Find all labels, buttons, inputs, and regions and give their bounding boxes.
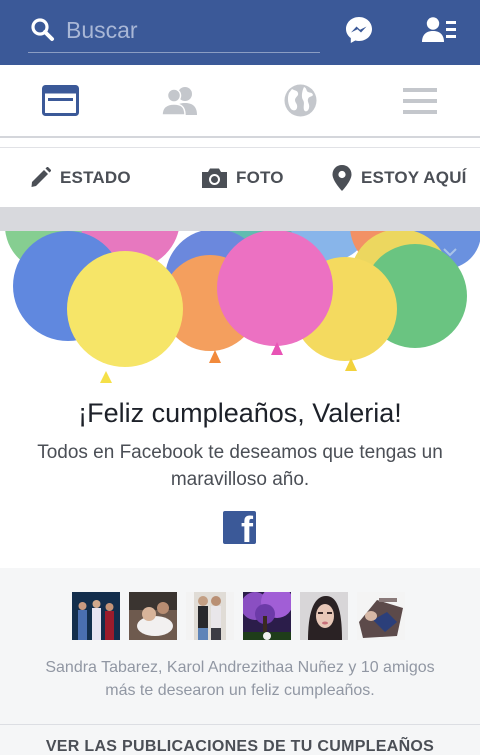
camera-icon bbox=[202, 168, 227, 188]
friends-wishes-text: Sandra Tabarez, Karol Andrezithaa Nuñez … bbox=[45, 659, 435, 699]
search-icon bbox=[31, 18, 54, 41]
section-separator bbox=[0, 207, 480, 231]
friend-avatar[interactable] bbox=[72, 592, 120, 640]
facebook-logo-icon: f bbox=[223, 511, 256, 544]
photo-label: FOTO bbox=[236, 167, 284, 187]
nav-tabs bbox=[0, 65, 480, 138]
tab-friends[interactable] bbox=[120, 65, 240, 136]
tab-news-feed[interactable] bbox=[0, 65, 120, 136]
search-bar[interactable] bbox=[28, 10, 320, 53]
divider bbox=[0, 724, 480, 725]
friend-avatar[interactable] bbox=[357, 592, 405, 640]
spacer bbox=[0, 138, 480, 148]
birthday-card: ¡Feliz cumpleaños, Valeria! Todos en Fac… bbox=[0, 231, 480, 568]
friend-avatar[interactable] bbox=[300, 592, 348, 640]
pencil-icon bbox=[31, 167, 51, 187]
friend-avatars bbox=[72, 592, 412, 640]
friend-avatar[interactable] bbox=[129, 592, 177, 640]
menu-icon bbox=[403, 87, 437, 114]
status-label: ESTADO bbox=[60, 167, 131, 187]
friends-wishes-section: Sandra Tabarez, Karol Andrezithaa Nuñez … bbox=[0, 568, 480, 755]
friend-requests-icon[interactable] bbox=[422, 15, 456, 45]
tab-more[interactable] bbox=[360, 65, 480, 136]
birthday-message: Todos en Facebook te deseamos que tengas… bbox=[37, 442, 443, 490]
checkin-button[interactable]: ESTOY AQUÍ bbox=[332, 148, 467, 207]
chevron-down-icon[interactable] bbox=[441, 246, 459, 258]
composer-bar: ESTADO FOTO ESTOY AQUÍ bbox=[0, 148, 480, 207]
friend-avatar[interactable] bbox=[186, 592, 234, 640]
location-pin-icon bbox=[332, 164, 352, 191]
search-input[interactable] bbox=[66, 14, 316, 46]
news-feed-icon bbox=[41, 85, 79, 116]
globe-icon bbox=[284, 84, 316, 117]
friend-avatar[interactable] bbox=[243, 592, 291, 640]
checkin-label: ESTOY AQUÍ bbox=[361, 167, 467, 187]
friends-icon bbox=[161, 87, 197, 115]
birthday-title: ¡Feliz cumpleaños, Valeria! bbox=[78, 398, 402, 428]
top-bar bbox=[0, 0, 480, 65]
messenger-icon[interactable] bbox=[344, 15, 374, 45]
balloons-illustration bbox=[5, 231, 480, 383]
status-button[interactable]: ESTADO bbox=[30, 148, 131, 207]
tab-notifications[interactable] bbox=[240, 65, 360, 136]
photo-button[interactable]: FOTO bbox=[202, 148, 284, 207]
see-birthday-posts-link[interactable]: VER LAS PUBLICACIONES DE TU CUMPLEAÑOS bbox=[0, 738, 480, 756]
